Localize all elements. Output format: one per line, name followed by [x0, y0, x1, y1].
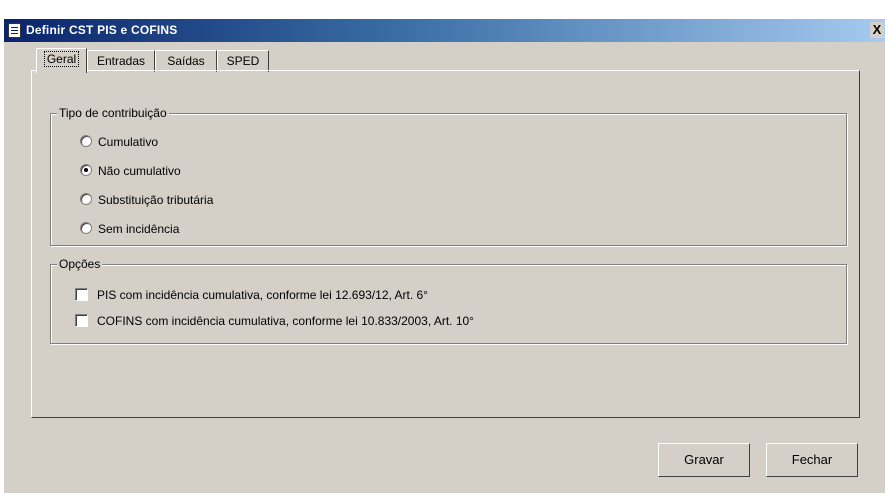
document-icon [8, 23, 21, 38]
tab-label: Geral [43, 51, 80, 67]
checkbox-label: PIS com incidência cumulativa, conforme … [97, 288, 428, 302]
tab-saidas[interactable]: Saídas [155, 50, 217, 72]
checkbox[interactable] [75, 288, 88, 301]
radio-label: Cumulativo [98, 135, 159, 149]
close-icon[interactable]: X [870, 22, 884, 38]
radio-label: Substituição tributária [98, 193, 214, 207]
checkbox[interactable] [75, 314, 88, 327]
tab-label: SPED [226, 54, 260, 68]
radio-label: Não cumulativo [98, 164, 181, 178]
radio-button[interactable] [80, 164, 92, 176]
gravar-button[interactable]: Gravar [658, 443, 750, 477]
tab-geral[interactable]: Geral [36, 48, 87, 73]
tab-label: Saídas [167, 54, 205, 68]
tab-sped[interactable]: SPED [217, 50, 269, 72]
group-legend: Tipo de contribuição [57, 106, 169, 120]
title-bar[interactable]: Definir CST PIS e COFINS [4, 19, 885, 42]
fechar-button[interactable]: Fechar [766, 443, 858, 477]
tab-entradas[interactable]: Entradas [87, 50, 155, 72]
opcoes-group: Opções [50, 257, 847, 344]
radio-label: Sem incidência [98, 222, 180, 236]
tab-label: Entradas [96, 54, 146, 68]
window-title: Definir CST PIS e COFINS [26, 23, 178, 37]
radio-button[interactable] [80, 222, 92, 234]
checkbox-label: COFINS com incidência cumulativa, confor… [97, 314, 474, 328]
radio-button[interactable] [80, 135, 92, 147]
radio-button[interactable] [80, 193, 92, 205]
group-legend: Opções [57, 257, 103, 271]
